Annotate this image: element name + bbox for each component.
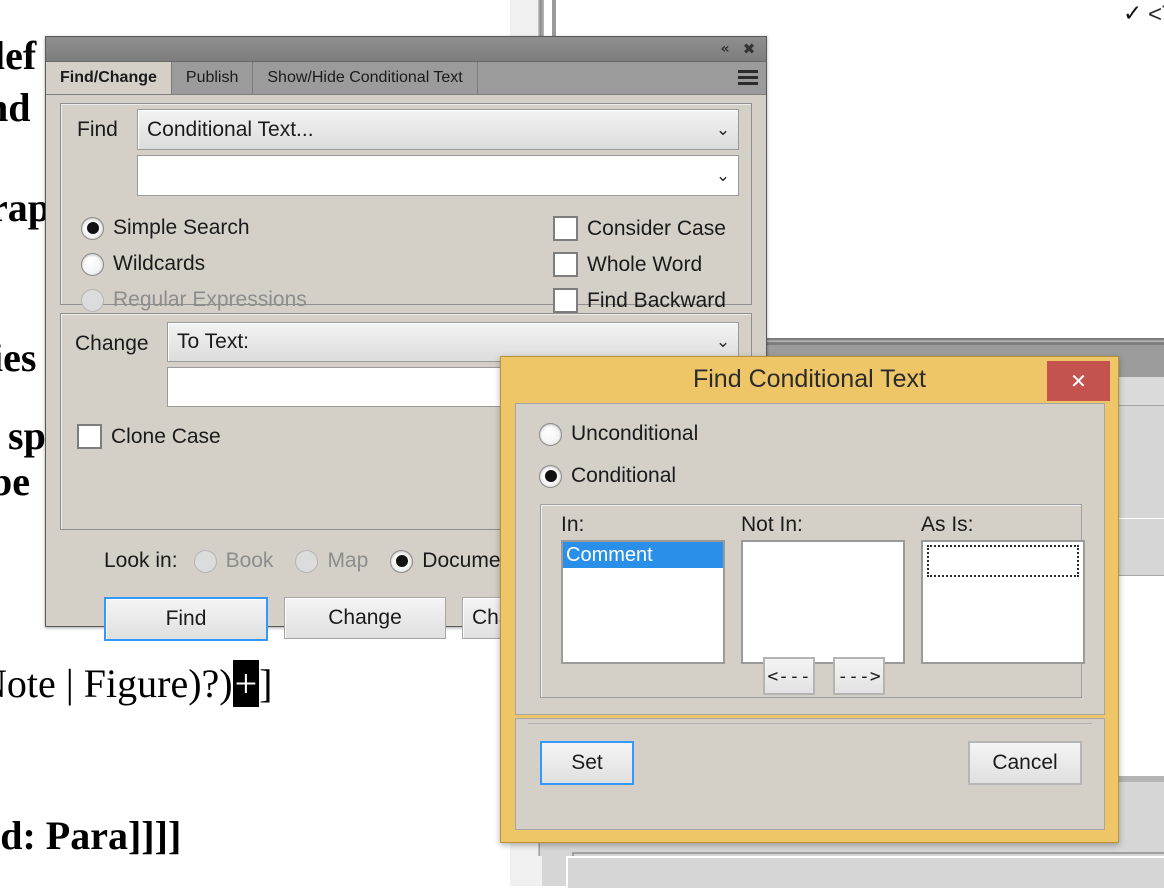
document-text-fragment: , sp xyxy=(0,413,46,458)
panel-tab-strip: Find/Change Publish Show/Hide Conditiona… xyxy=(46,62,766,95)
checkmark-icon: ✓ xyxy=(1123,1,1143,27)
document-text-fragment: nd xyxy=(0,85,31,130)
text-caret-icon: + xyxy=(232,660,260,707)
radio-simple-search[interactable]: Simple Search xyxy=(81,216,250,240)
radio-label: Map xyxy=(327,549,369,572)
listbox-in[interactable]: Comment xyxy=(561,540,725,664)
move-left-button[interactable]: <--- xyxy=(763,657,815,695)
document-text-fragment: lef xyxy=(0,33,37,78)
checkbox-whole-word[interactable]: Whole Word xyxy=(553,252,702,277)
collapse-icon[interactable]: « xyxy=(716,39,734,59)
checkbox-indicator xyxy=(553,288,578,313)
checkbox-label: Whole Word xyxy=(587,252,703,276)
document-text-fragment: ies xyxy=(0,335,37,380)
app-bottom-frame-inner xyxy=(566,856,1164,888)
column-in-label: In: xyxy=(561,513,585,536)
cancel-button[interactable]: Cancel xyxy=(968,741,1082,785)
radio-conditional[interactable]: Conditional xyxy=(539,464,676,488)
move-right-button[interactable]: ---> xyxy=(833,657,885,695)
change-type-value: To Text: xyxy=(177,330,249,353)
find-text-input[interactable]: ⌄ xyxy=(137,155,739,196)
list-item[interactable]: Comment xyxy=(563,542,723,568)
document-text-fragment: ild: Para]]]] xyxy=(0,813,182,858)
listbox-as-is[interactable] xyxy=(921,540,1085,664)
document-text-line-with-caret: Note | Figure)?)+] xyxy=(0,660,272,707)
document-text-fragment: be xyxy=(0,459,30,504)
radio-regular-expressions: Regular Expressions xyxy=(81,288,307,312)
tab-publish[interactable]: Publish xyxy=(171,62,254,94)
radio-label: Wildcards xyxy=(113,252,206,275)
radio-label: Unconditional xyxy=(571,422,699,445)
checkbox-indicator xyxy=(77,424,102,449)
radio-label: Regular Expressions xyxy=(113,288,307,311)
radio-indicator xyxy=(539,464,562,488)
radio-indicator xyxy=(390,549,414,573)
column-as-is: As Is: xyxy=(921,513,1085,664)
document-text-fragment: Note | Figure)?) xyxy=(0,661,233,706)
listbox-not-in[interactable] xyxy=(741,540,905,664)
radio-look-in-map: Map xyxy=(295,549,368,573)
checkbox-label: Consider Case xyxy=(587,216,726,240)
checkbox-clone-case[interactable]: Clone Case xyxy=(77,424,221,449)
find-label: Find xyxy=(77,118,118,141)
checkbox-find-backward[interactable]: Find Backward xyxy=(553,288,726,313)
find-conditional-text-dialog: Find Conditional Text ✕ Unconditional Co… xyxy=(500,356,1119,843)
dialog-body: Unconditional Conditional In: Comment No… xyxy=(515,403,1105,715)
close-icon[interactable]: ✕ xyxy=(1047,361,1110,401)
look-in-row: Look in: Book Map Document xyxy=(104,549,540,573)
find-type-dropdown[interactable]: Conditional Text... ⌄ xyxy=(137,109,739,150)
set-button[interactable]: Set xyxy=(540,741,634,785)
column-not-in: Not In: xyxy=(741,513,905,664)
radio-look-in-book: Book xyxy=(193,549,274,573)
checkbox-indicator xyxy=(553,216,578,241)
chevron-down-icon: ⌄ xyxy=(715,332,731,352)
radio-look-in-document[interactable]: Document xyxy=(390,549,518,573)
tab-show-hide-conditional-text[interactable]: Show/Hide Conditional Text xyxy=(253,62,478,94)
radio-indicator xyxy=(539,422,562,446)
dialog-footer: Set Cancel xyxy=(515,718,1105,830)
footer-separator xyxy=(528,723,1092,724)
radio-label: Book xyxy=(225,549,274,572)
document-text-fragment: rap xyxy=(0,185,50,230)
change-button[interactable]: Change xyxy=(284,597,446,639)
text-element-label: <TEXT> xyxy=(1148,1,1164,28)
radio-label: Simple Search xyxy=(113,216,250,239)
dialog-titlebar: Find Conditional Text ✕ xyxy=(501,357,1118,403)
find-button[interactable]: Find xyxy=(104,597,268,641)
find-section-group: Find Conditional Text... ⌄ ⌄ Simple Sear… xyxy=(60,103,752,313)
checkbox-label: Find Backward xyxy=(587,288,726,312)
hamburger-icon[interactable] xyxy=(736,67,760,89)
dialog-title: Find Conditional Text xyxy=(692,365,926,393)
app-bottom-left-gutter xyxy=(510,856,542,886)
radio-unconditional[interactable]: Unconditional xyxy=(539,422,698,446)
radio-wildcards[interactable]: Wildcards xyxy=(81,252,205,276)
tab-find-change[interactable]: Find/Change xyxy=(46,62,172,94)
column-in: In: Comment xyxy=(561,513,725,664)
radio-indicator xyxy=(81,288,104,312)
radio-indicator xyxy=(81,252,104,276)
checkbox-consider-case[interactable]: Consider Case xyxy=(553,216,726,241)
change-label: Change xyxy=(75,332,149,355)
panel-titlebar: « ✖ xyxy=(46,37,766,62)
radio-indicator xyxy=(81,216,104,240)
checkbox-indicator xyxy=(553,252,578,277)
chevron-down-icon: ⌄ xyxy=(715,119,731,140)
look-in-label: Look in: xyxy=(104,549,178,572)
close-icon[interactable]: ✖ xyxy=(740,39,758,59)
radio-label: Conditional xyxy=(571,464,677,487)
radio-indicator xyxy=(193,549,217,573)
text-element-marker-row: ✓ <TEXT> xyxy=(560,0,1164,30)
checkbox-label: Clone Case xyxy=(111,424,221,448)
column-not-in-label: Not In: xyxy=(741,513,803,536)
column-as-is-label: As Is: xyxy=(921,513,974,536)
radio-indicator xyxy=(295,549,319,573)
condition-lists-frame: In: Comment Not In: As Is: <--- ---> xyxy=(540,504,1085,698)
focus-outline xyxy=(927,545,1079,577)
chevron-down-icon[interactable]: ⌄ xyxy=(708,166,738,186)
find-type-value: Conditional Text... xyxy=(147,117,314,141)
